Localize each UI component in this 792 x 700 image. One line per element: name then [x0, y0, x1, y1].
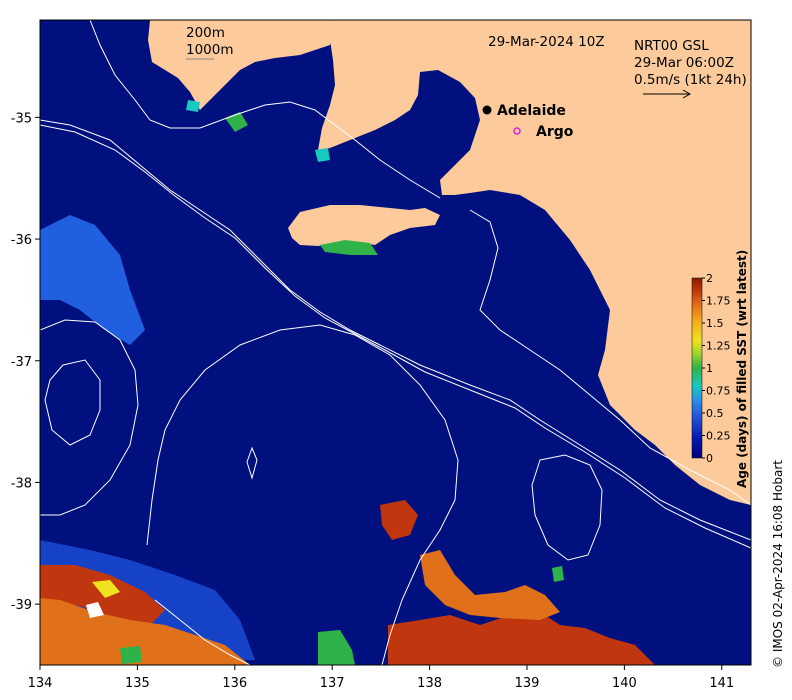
colorbar-gradient [691, 277, 703, 459]
colorbar-tick-label: 0 [706, 452, 713, 465]
sst-age-coastal-cyan-2 [186, 100, 200, 112]
x-tick-label: 136 [222, 676, 247, 691]
colorbar-tick-label: 1 [706, 362, 713, 375]
map-timestamp: 29-Mar-2024 10Z [488, 34, 605, 50]
x-tick-label: 138 [417, 676, 442, 691]
sst-age-patch-green [120, 646, 142, 664]
adelaide-label: Adelaide [497, 103, 566, 119]
colorbar-tick-label: 2 [706, 272, 713, 285]
contour-legend-1000m: 1000m [186, 42, 234, 58]
colorbar-tick-label: 1.5 [706, 317, 724, 330]
current-info-line-1: NRT00 GSL [634, 38, 709, 54]
y-tick-label: -38 [11, 476, 32, 491]
x-tick-label: 134 [28, 676, 53, 691]
x-tick-label: 140 [612, 676, 637, 691]
colorbar-title: Age (days) of filled SST (wrt latest) [735, 250, 749, 488]
map-plot-area [40, 20, 751, 665]
y-tick-label: -37 [11, 355, 32, 370]
sst-age-patch-green-small [552, 566, 564, 582]
y-tick-label: -35 [11, 111, 32, 126]
x-tick-label: 139 [515, 676, 540, 691]
current-info-line-3: 0.5m/s (1kt 24h) [634, 72, 747, 88]
contour-legend-200m: 200m [186, 25, 225, 41]
colorbar-tick-label: 0.5 [706, 407, 724, 420]
x-tick-label: 141 [709, 676, 734, 691]
current-info-line-2: 29-Mar 06:00Z [634, 55, 734, 71]
x-axis: 134 135 136 137 138 139 140 141 [28, 665, 734, 691]
colorbar-tick-label: 1.75 [706, 295, 731, 308]
y-tick-label: -36 [11, 233, 32, 248]
colorbar-tick-label: 0.25 [706, 430, 731, 443]
sst-age-map: 134 135 136 137 138 139 140 141 -35 -36 -37 -38 -39… [11, 19, 785, 691]
y-axis: -35 -36 -37 -38 -39 [11, 111, 40, 613]
argo-label: Argo [536, 124, 574, 140]
imos-credit: © IMOS 02-Apr-2024 16:08 Hobart [771, 460, 785, 668]
x-tick-label: 135 [125, 676, 150, 691]
x-tick-label: 137 [320, 676, 345, 691]
colorbar-tick-label: 1.25 [706, 340, 731, 353]
y-tick-label: -39 [11, 598, 32, 613]
adelaide-marker [482, 105, 492, 115]
colorbar-tick-label: 0.75 [706, 385, 731, 398]
